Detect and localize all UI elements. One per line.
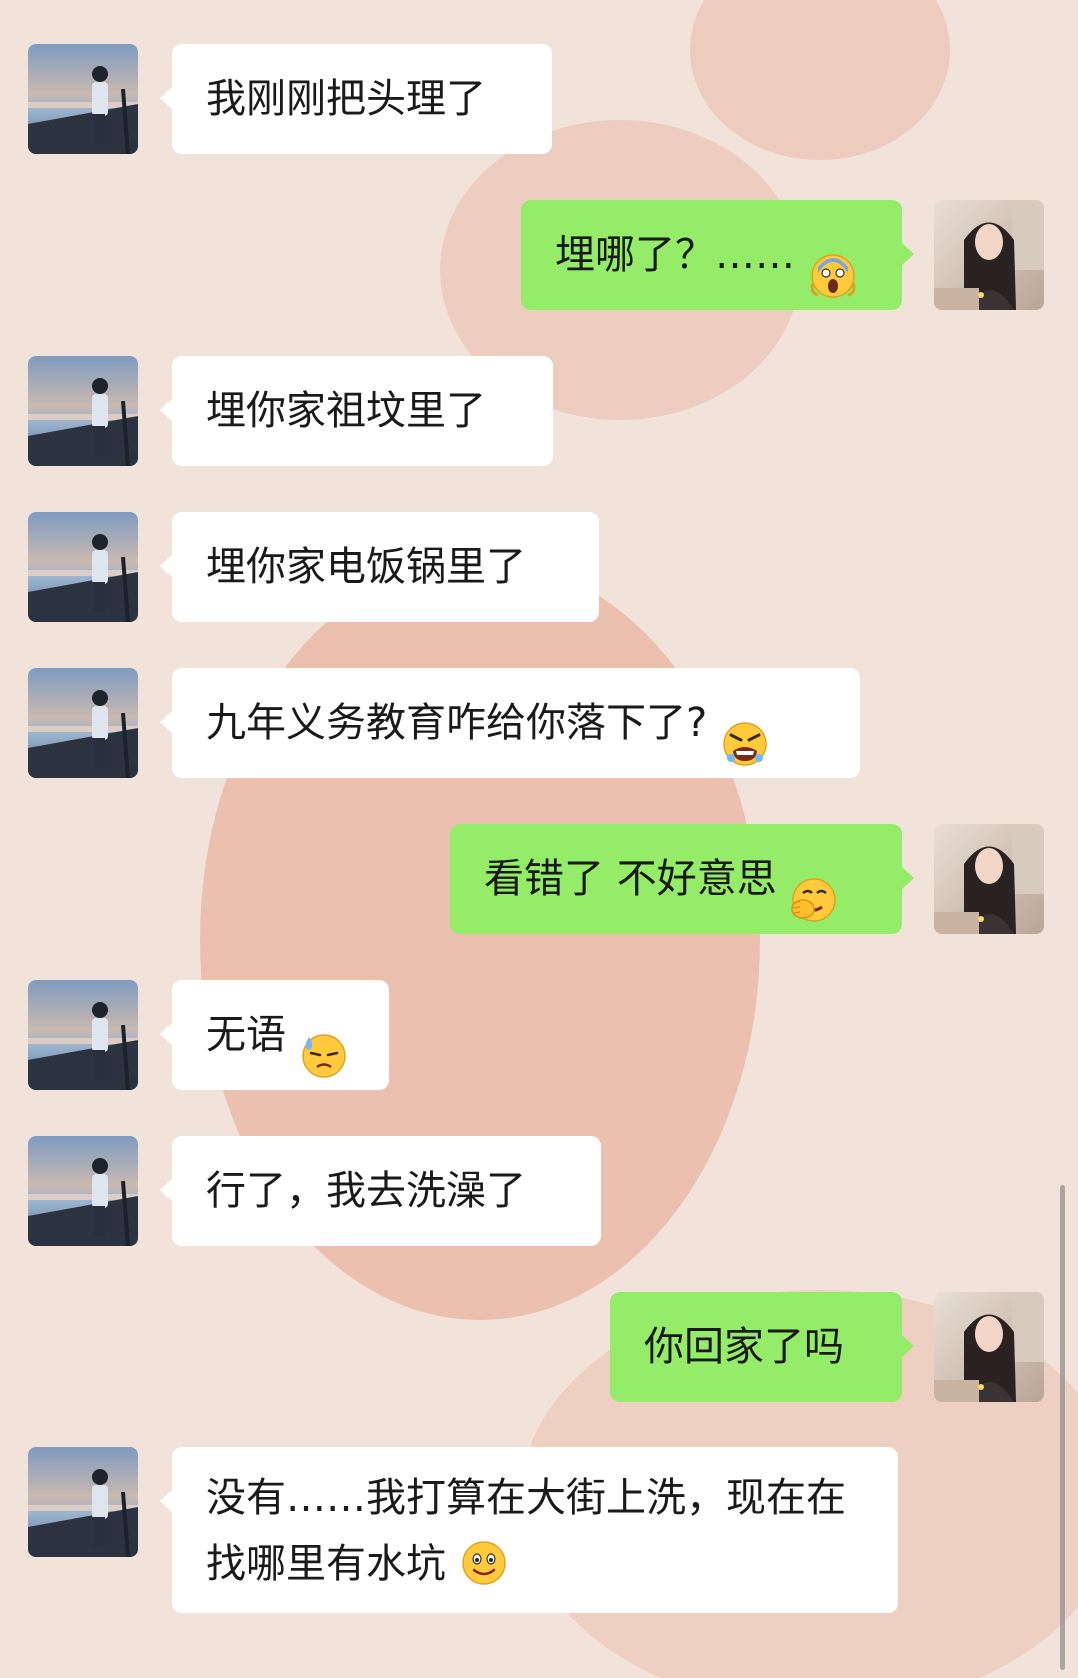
background-shape [690, 0, 950, 160]
message-bubble-incoming[interactable]: 没有……我打算在大街上洗，现在在找哪里有水坑 [160, 1447, 898, 1613]
message-bubble-incoming[interactable]: 九年义务教育咋给你落下了? [160, 668, 860, 778]
contact-avatar[interactable] [28, 44, 138, 154]
message-bubble-incoming[interactable]: 埋你家电饭锅里了 [160, 512, 599, 622]
my-avatar[interactable] [934, 1292, 1044, 1402]
message-bubble-incoming[interactable]: 行了，我去洗澡了 [160, 1136, 601, 1246]
message-bubble-incoming[interactable]: 埋你家祖坟里了 [160, 356, 553, 466]
message-text: 无语 [206, 1012, 286, 1058]
contact-avatar[interactable] [28, 980, 138, 1090]
message-text: 看错了 不好意思 [484, 856, 777, 902]
contact-avatar[interactable] [28, 1136, 138, 1246]
facepalm-emoji-icon [791, 855, 837, 922]
scrollbar[interactable] [1060, 1185, 1065, 1670]
scream-emoji-icon [810, 231, 856, 298]
sweat-emoji-icon [301, 1011, 347, 1078]
message-text: 没有……我打算在大街上洗，现在在找哪里有水坑 [206, 1475, 846, 1587]
message-text: 埋你家祖坟里了 [206, 388, 486, 434]
message-text: 我刚刚把头理了 [206, 76, 486, 122]
my-avatar[interactable] [934, 200, 1044, 310]
message-bubble-incoming[interactable]: 无语 [160, 980, 389, 1090]
contact-avatar[interactable] [28, 1447, 138, 1557]
chat-window: 我刚刚把头理了 埋哪了？…… 埋你家祖坟里了 埋你家电饭锅里了 九年义务教育咋给… [0, 0, 1078, 1678]
angry-emoji-icon [722, 699, 768, 766]
message-text: 埋你家电饭锅里了 [206, 544, 526, 590]
contact-avatar[interactable] [28, 512, 138, 622]
message-bubble-outgoing[interactable]: 埋哪了？…… [521, 200, 914, 310]
message-bubble-outgoing[interactable]: 看错了 不好意思 [450, 824, 914, 934]
my-avatar[interactable] [934, 824, 1044, 934]
message-text: 埋哪了？…… [555, 232, 795, 278]
smile-emoji-icon [461, 1540, 507, 1586]
message-text: 你回家了吗 [644, 1324, 844, 1370]
message-bubble-incoming[interactable]: 我刚刚把头理了 [160, 44, 552, 154]
contact-avatar[interactable] [28, 356, 138, 466]
message-text: 九年义务教育咋给你落下了? [206, 700, 708, 746]
message-text: 行了，我去洗澡了 [206, 1168, 526, 1214]
message-bubble-outgoing[interactable]: 你回家了吗 [610, 1292, 914, 1402]
contact-avatar[interactable] [28, 668, 138, 778]
